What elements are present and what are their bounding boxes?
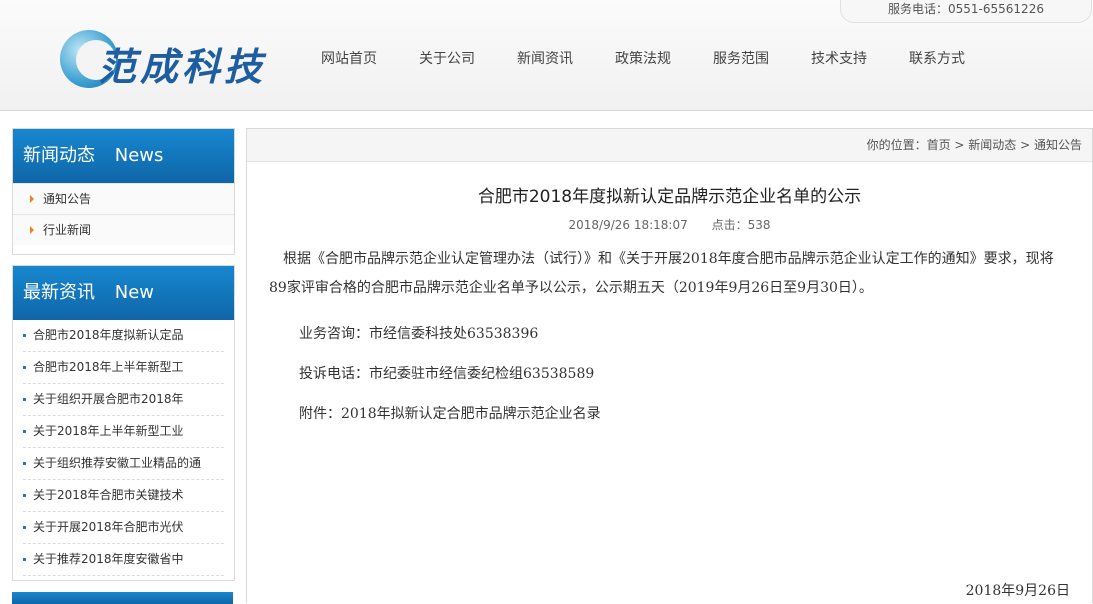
breadcrumb-separator: > [1016, 138, 1034, 152]
article-clicks: 点击：538 [711, 218, 771, 232]
article-title: 合肥市2018年度拟新认定品牌示范企业名单的公示 [477, 187, 862, 207]
latest-news-header: 最新资讯 New [13, 266, 234, 320]
sidebar-next-box-header [12, 592, 233, 604]
list-item[interactable]: 关于2018年合肥市关键技术 [23, 480, 224, 512]
list-item[interactable]: 关于开展2018年合肥市光伏 [23, 512, 224, 544]
article-complaint-line: 投诉电话：市纪委驻市经信委纪检组63538589 [299, 366, 595, 382]
article-panel: 你的位置：首页 > 新闻动态 > 通知公告 合肥市2018年度拟新认定品牌示范企… [246, 128, 1093, 603]
main-nav: 网站首页 关于公司 新闻资讯 政策法规 服务范围 技术支持 联系方式 [300, 46, 986, 72]
list-item[interactable]: 关于组织推荐安徽工业精品的通 [23, 448, 224, 480]
list-item[interactable]: 合肥市2018年度拟新认定品 [23, 320, 224, 352]
company-logo[interactable]: 范成科技 [60, 28, 280, 90]
article-consult-line: 业务咨询：市经信委科技处63538396 [299, 326, 539, 342]
breadcrumb: 你的位置：首页 > 新闻动态 > 通知公告 [247, 129, 1092, 162]
breadcrumb-home[interactable]: 首页 [927, 138, 951, 152]
breadcrumb-notices[interactable]: 通知公告 [1034, 138, 1082, 152]
article-paragraph: 根据《合肥市品牌示范企业认定管理办法（试行）》和《关于开展2018年度合肥市品牌… [269, 251, 1054, 296]
article-sign-date: 2018年9月26日 [965, 583, 1070, 599]
nav-support[interactable]: 技术支持 [790, 46, 888, 72]
service-phone: 服务电话：0551-65561226 [840, 0, 1092, 23]
logo-text: 范成科技 [98, 44, 267, 89]
nav-home[interactable]: 网站首页 [300, 46, 398, 72]
article-body: 根据《合肥市品牌示范企业认定管理办法（试行）》和《关于开展2018年度合肥市品牌… [247, 245, 1092, 423]
breadcrumb-prefix: 你的位置： [866, 138, 927, 152]
list-item[interactable]: 关于推荐2018年度安徽省中 [23, 544, 224, 576]
nav-policy[interactable]: 政策法规 [594, 46, 692, 72]
breadcrumb-news[interactable]: 新闻动态 [968, 138, 1016, 152]
latest-news-title-en: New [114, 282, 154, 303]
nav-contact[interactable]: 联系方式 [888, 46, 986, 72]
article-meta: 2018/9/26 18:18:07 点击：538 [247, 216, 1092, 233]
latest-news-title: 最新资讯 [23, 282, 95, 303]
nav-services[interactable]: 服务范围 [692, 46, 790, 72]
news-category-box: 新闻动态 News 通知公告 行业新闻 [12, 128, 235, 255]
list-item[interactable]: 关于组织开展合肥市2018年 [23, 384, 224, 416]
news-category-title: 新闻动态 [23, 145, 95, 166]
news-category-header: 新闻动态 News [13, 129, 234, 183]
news-category-title-en: News [114, 145, 164, 166]
latest-news-box: 最新资讯 New 合肥市2018年度拟新认定品 合肥市2018年上半年新型工 关… [12, 265, 235, 581]
article-attachment-link[interactable]: 附件：2018年拟新认定合肥市品牌示范企业名录 [269, 403, 1070, 423]
nav-about[interactable]: 关于公司 [398, 46, 496, 72]
list-item[interactable]: 关于2018年上半年新型工业 [23, 416, 224, 448]
nav-news[interactable]: 新闻资讯 [496, 46, 594, 72]
breadcrumb-separator: > [950, 138, 969, 152]
list-item[interactable]: 合肥市2018年上半年新型工 [23, 352, 224, 384]
article-datetime: 2018/9/26 18:18:07 [568, 218, 688, 232]
category-notices[interactable]: 通知公告 [13, 183, 234, 214]
header: 服务电话：0551-65561226 范成科技 网站首页 关于公司 新闻资讯 政… [0, 0, 1093, 111]
category-industry-news[interactable]: 行业新闻 [13, 214, 234, 245]
